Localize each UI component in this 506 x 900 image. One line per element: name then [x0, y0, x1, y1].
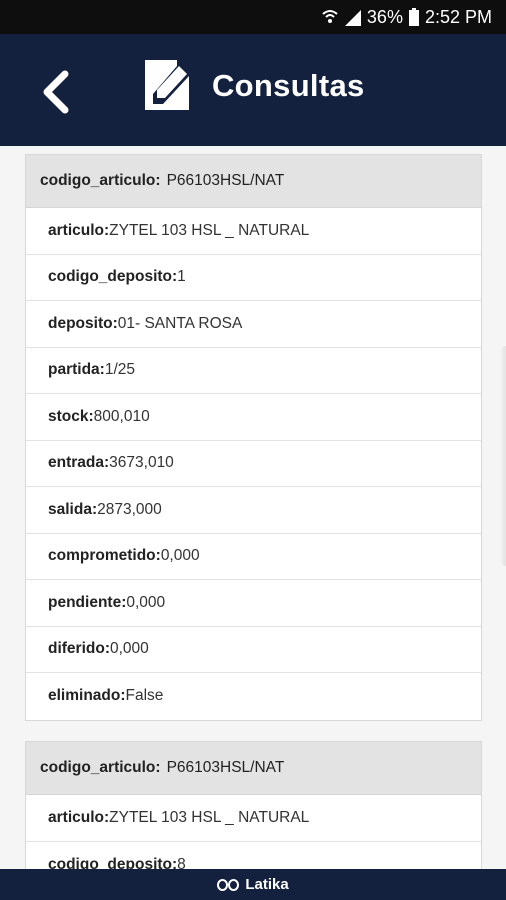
field-key: salida: [48, 500, 98, 518]
app-header: Consultas [0, 34, 506, 146]
list-item: articulo: ZYTEL 103 HSL _ NATURAL [26, 208, 481, 255]
field-key: articulo: [48, 808, 110, 826]
field-value: P66103HSL/NAT [166, 172, 285, 189]
field-key: pendiente: [48, 593, 127, 611]
record-card: codigo_articulo: P66103HSL/NAT articulo:… [25, 741, 482, 869]
record-card: codigo_articulo: P66103HSL/NAT articulo:… [25, 154, 482, 721]
list-item: codigo_deposito: 8 [26, 842, 481, 869]
page-title: Consultas [212, 68, 365, 103]
field-value: 0,000 [126, 593, 166, 611]
field-key: stock: [48, 407, 94, 425]
field-value: P66103HSL/NAT [166, 759, 285, 776]
field-key: deposito: [48, 314, 118, 332]
list-item: comprometido: 0,000 [26, 534, 481, 580]
field-value: 1 [177, 268, 186, 286]
edit-document-icon [145, 60, 189, 110]
field-value: ZYTEL 103 HSL _ NATURAL [109, 221, 310, 239]
list-item: eliminado: False [26, 673, 481, 720]
field-value: 01- SANTA ROSA [117, 314, 243, 332]
field-value: 3673,010 [109, 454, 174, 472]
field-key: eliminado: [48, 687, 126, 705]
wifi-icon [321, 8, 339, 26]
field-key: codigo_deposito: [48, 268, 178, 286]
field-value: 8 [177, 855, 186, 869]
field-value: 0,000 [160, 547, 200, 565]
list-item: articulo: ZYTEL 103 HSL _ NATURAL [26, 795, 481, 842]
footer-brand: Latika [245, 876, 289, 893]
scroll-edge [500, 346, 506, 566]
list-item: diferido: 0,000 [26, 627, 481, 673]
field-value: 2873,000 [97, 500, 162, 518]
field-key: codigo_deposito: [48, 855, 178, 869]
field-key: partida: [48, 361, 105, 379]
list-item: pendiente: 0,000 [26, 580, 481, 627]
list-item: deposito: 01- SANTA ROSA [26, 301, 481, 348]
field-value: 800,010 [93, 407, 150, 425]
field-value: 0,000 [110, 640, 149, 658]
field-key: codigo_articulo: [40, 759, 161, 776]
list-item: entrada: 3673,010 [26, 441, 481, 487]
back-arrow-icon [43, 70, 69, 114]
field-value: 1/25 [104, 361, 136, 379]
field-value: False [125, 687, 164, 705]
record-header: codigo_articulo: P66103HSL/NAT [26, 155, 481, 208]
record-header: codigo_articulo: P66103HSL/NAT [26, 742, 481, 795]
field-key: entrada: [48, 454, 110, 472]
battery-icon [408, 8, 419, 26]
list-item: partida: 1/25 [26, 348, 481, 394]
field-key: comprometido: [48, 547, 161, 565]
field-value: ZYTEL 103 HSL _ NATURAL [109, 808, 310, 826]
status-bar: 36% 2:52 PM [0, 0, 506, 34]
results-list[interactable]: codigo_articulo: P66103HSL/NAT articulo:… [0, 146, 506, 869]
field-key: diferido: [48, 640, 110, 658]
back-button[interactable] [34, 70, 78, 114]
list-item: codigo_deposito: 1 [26, 255, 481, 301]
signal-icon [344, 8, 361, 26]
field-key: codigo_articulo: [40, 172, 161, 189]
latika-logo-icon [217, 878, 240, 891]
list-item: salida: 2873,000 [26, 487, 481, 534]
footer-bar: Latika [0, 869, 506, 900]
battery-percent: 36% [366, 6, 403, 27]
field-key: articulo: [48, 221, 110, 239]
list-item: stock: 800,010 [26, 394, 481, 441]
clock: 2:52 PM [424, 6, 492, 27]
